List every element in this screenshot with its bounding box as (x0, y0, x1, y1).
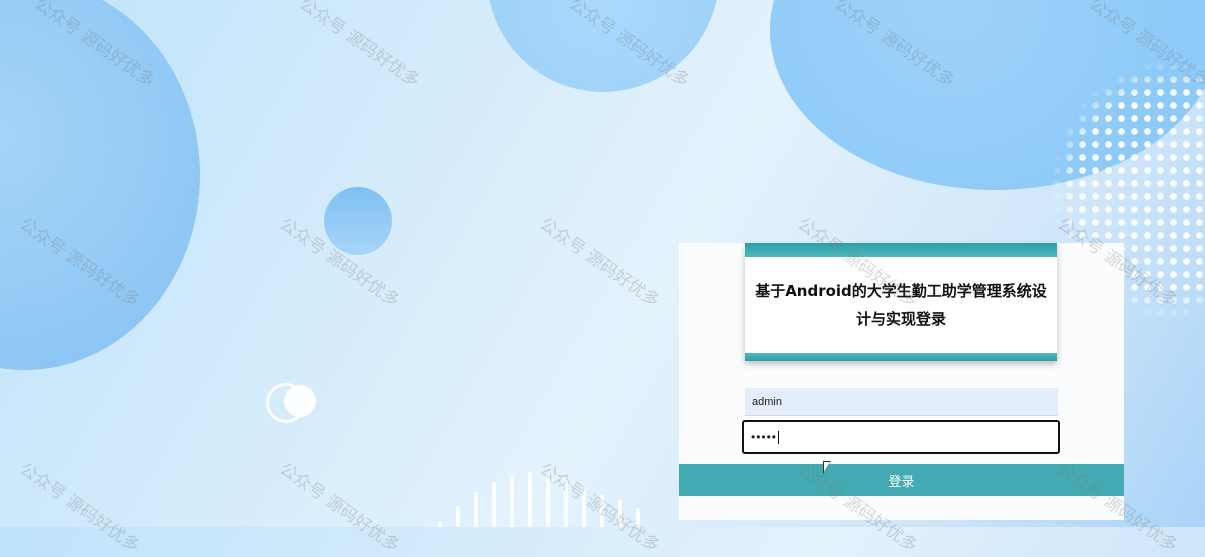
username-input[interactable]: admin (745, 388, 1058, 416)
title-card: 基于Android的大学生勤工助学管理系统设计与实现登录 (745, 243, 1057, 361)
bg-circle-small (324, 187, 392, 255)
password-value: ••••• (751, 430, 778, 444)
bg-dot (284, 385, 316, 417)
bg-circle-top (487, 0, 719, 92)
mouse-cursor-icon (824, 462, 830, 472)
login-button[interactable]: 登录 (679, 464, 1124, 496)
login-panel: 基于Android的大学生勤工助学管理系统设计与实现登录 admin •••••… (679, 243, 1124, 520)
title-band-top (745, 243, 1057, 257)
username-value: admin (752, 395, 782, 408)
password-input[interactable]: ••••• (742, 420, 1060, 454)
text-caret (778, 430, 780, 444)
bg-circle-left (0, 0, 200, 370)
title-band-bottom (745, 353, 1057, 361)
bg-bars (438, 468, 658, 527)
login-title: 基于Android的大学生勤工助学管理系统设计与实现登录 (755, 282, 1047, 328)
